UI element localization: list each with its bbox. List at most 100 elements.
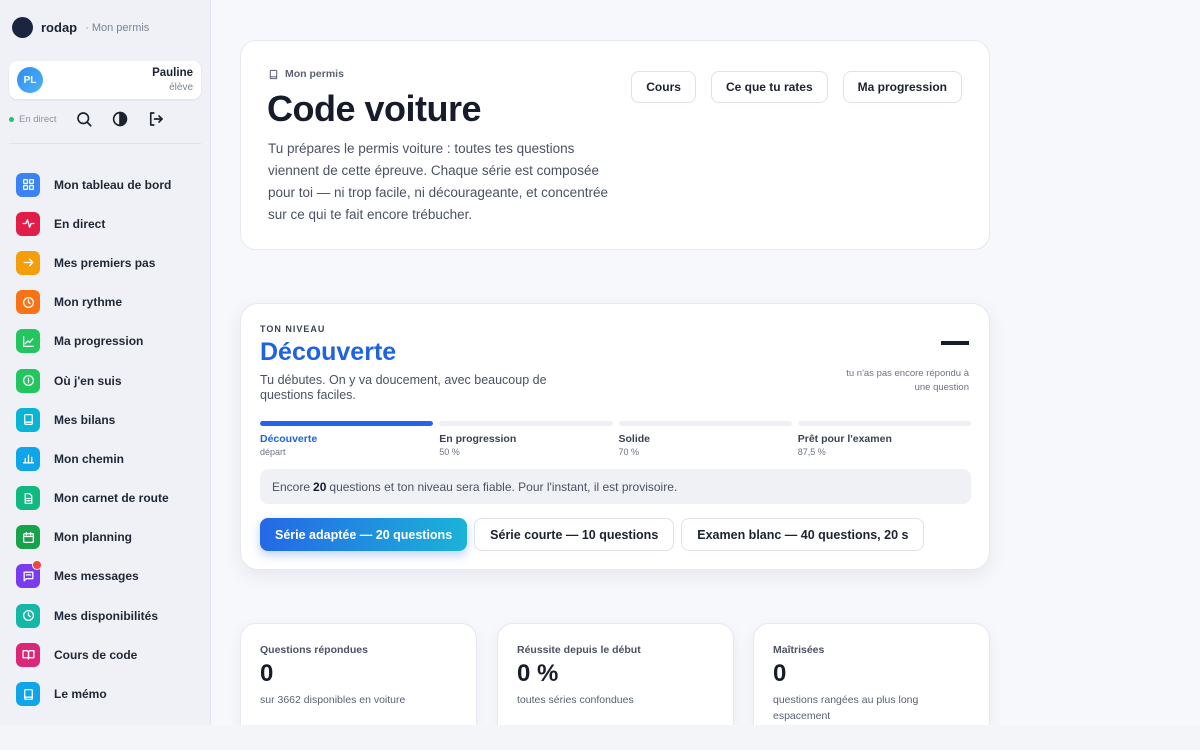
- book-icon: [269, 69, 278, 79]
- level-step-name: Prêt pour l'examen: [797, 433, 892, 445]
- level-step: Prêt pour l'examen 87,5 %: [797, 421, 971, 457]
- level-title: Découverte: [260, 338, 397, 366]
- sidebar-item-label: Mon planning: [54, 530, 132, 545]
- live-status-label: En direct: [19, 113, 57, 125]
- page-title: Code voiture: [267, 88, 482, 129]
- search-icon: [76, 112, 92, 127]
- level-step-fill: [260, 421, 434, 426]
- info-icon: [16, 368, 40, 393]
- notice-count: 20: [313, 479, 327, 494]
- sidebar-item-label: Où j'en suis: [54, 373, 122, 388]
- level-step-name: Découverte: [260, 433, 318, 445]
- sidebar-item[interactable]: Ma progression: [16, 322, 206, 361]
- clock-icon: [16, 290, 40, 315]
- sidebar-item[interactable]: En direct: [16, 204, 206, 243]
- hero-eyebrow: Mon permis: [268, 68, 344, 80]
- progress-button[interactable]: Ma progression: [842, 71, 962, 103]
- calendar-icon: [16, 525, 40, 550]
- level-step: En progression 50 %: [439, 421, 613, 457]
- sidebar-item[interactable]: Mon tableau de bord: [16, 165, 206, 204]
- sidebar-item[interactable]: Mes premiers pas: [16, 243, 206, 282]
- sidebar-item-label: Mon chemin: [54, 451, 125, 466]
- notification-badge: [32, 559, 42, 570]
- stat-note: toutes séries confondues: [517, 694, 634, 706]
- open-book-icon: [16, 642, 40, 667]
- sidebar-item[interactable]: Cours de code: [16, 635, 206, 674]
- page-bottom-strip: [0, 725, 1200, 750]
- adaptive-series-button[interactable]: Série adaptée — 20 questions: [260, 518, 468, 551]
- bar-chart-icon: [16, 446, 40, 471]
- sidebar-nav: Mon tableau de bord En direct Mes premiers…: [16, 165, 206, 714]
- theme-toggle-button[interactable]: [109, 108, 131, 130]
- level-card: TON NIVEAU Découverte Tu débutes. On y v…: [240, 303, 990, 570]
- level-step-threshold: 87,5 %: [797, 447, 826, 457]
- book-icon: [16, 682, 40, 707]
- search-button[interactable]: [73, 108, 95, 130]
- sidebar-item-label: En direct: [54, 216, 106, 231]
- sidebar-item[interactable]: Mon planning: [16, 518, 206, 557]
- sidebar-item-label: Mes premiers pas: [54, 255, 156, 270]
- hero-card: Mon permis Code voiture Tu prépares le p…: [240, 40, 990, 250]
- contrast-icon: [112, 111, 127, 127]
- hero-description: Tu prépares le permis voiture : toutes t…: [268, 141, 608, 222]
- user-name: Pauline: [152, 67, 193, 79]
- brand-logo: [12, 17, 33, 38]
- series-actions: Série adaptée — 20 questions Série court…: [260, 518, 925, 551]
- mock-exam-button[interactable]: Examen blanc — 40 questions, 20 s: [681, 518, 925, 551]
- dashboard-icon: [16, 172, 40, 197]
- sidebar-item[interactable]: Mes messages: [16, 557, 206, 596]
- sidebar-tools: En direct: [9, 108, 201, 130]
- sidebar-item[interactable]: Le mémo: [16, 674, 206, 713]
- stat-value: 0: [773, 660, 787, 687]
- stat-note: sur 3662 disponibles en voiture: [260, 694, 406, 706]
- sidebar-item[interactable]: Mon rythme: [16, 283, 206, 322]
- stat-label: Réussite depuis le début: [517, 644, 641, 656]
- brand[interactable]: rodap · Mon permis: [12, 17, 149, 38]
- notice-before: Encore: [272, 479, 311, 494]
- sidebar-item[interactable]: Mon chemin: [16, 439, 206, 478]
- short-series-button[interactable]: Série courte — 10 questions: [474, 518, 675, 551]
- sidebar-item[interactable]: Où j'en suis: [16, 361, 206, 400]
- sidebar-item[interactable]: Mon carnet de route: [16, 479, 206, 518]
- stat-note: questions rangées au plus long espacemen…: [773, 694, 919, 722]
- sidebar-item-label: Mes bilans: [54, 412, 116, 427]
- reliability-notice: Encore 20 questions et ton niveau sera f…: [260, 469, 971, 504]
- live-status-dot: [9, 116, 14, 122]
- sidebar-item[interactable]: Mes disponibilités: [16, 596, 206, 635]
- sidebar-item-label: Mes messages: [54, 569, 139, 584]
- level-step-threshold: départ: [260, 447, 286, 457]
- arrow-right-icon: [16, 250, 40, 275]
- sidebar-item-label: Mes disponibilités: [54, 608, 159, 623]
- notice-after: questions et ton niveau sera fiable. Pou…: [329, 479, 678, 494]
- clock-icon: [16, 603, 40, 628]
- hero-eyebrow-label: Mon permis: [285, 68, 344, 80]
- level-step-track: [618, 421, 792, 426]
- hero-actions: Cours Ce que tu rates Ma progression: [631, 71, 962, 103]
- sidebar-divider: [9, 143, 201, 144]
- level-step: Solide 70 %: [618, 421, 792, 457]
- document-icon: [16, 486, 40, 511]
- sidebar-item-label: Ma progression: [54, 334, 144, 349]
- chart-icon: [16, 329, 40, 354]
- level-description: Tu débutes. On y va doucement, avec beau…: [260, 373, 547, 402]
- sidebar-item-label: Mon tableau de bord: [54, 177, 172, 192]
- courses-button[interactable]: Cours: [631, 71, 696, 103]
- avatar: PL: [17, 67, 43, 93]
- stat-value: 0: [260, 660, 274, 687]
- level-score-placeholder: [941, 341, 969, 345]
- mistakes-button[interactable]: Ce que tu rates: [710, 71, 828, 103]
- sidebar-item-label: Cours de code: [54, 647, 138, 662]
- level-eyebrow: TON NIVEAU: [260, 324, 326, 334]
- brand-name: rodap: [41, 20, 78, 35]
- brand-subtitle: · Mon permis: [85, 21, 150, 34]
- sidebar-item[interactable]: Mes bilans: [16, 400, 206, 439]
- logout-button[interactable]: [145, 108, 167, 130]
- user-card[interactable]: PL Pauline élève: [9, 61, 201, 99]
- activity-icon: [16, 211, 40, 236]
- level-step-threshold: 70 %: [618, 447, 640, 457]
- stat-label: Maîtrisées: [773, 644, 825, 656]
- level-step-track: [260, 421, 434, 426]
- user-role: élève: [169, 82, 193, 93]
- sidebar-item-label: Mon rythme: [54, 295, 123, 310]
- sidebar-item-label: Le mémo: [54, 687, 107, 702]
